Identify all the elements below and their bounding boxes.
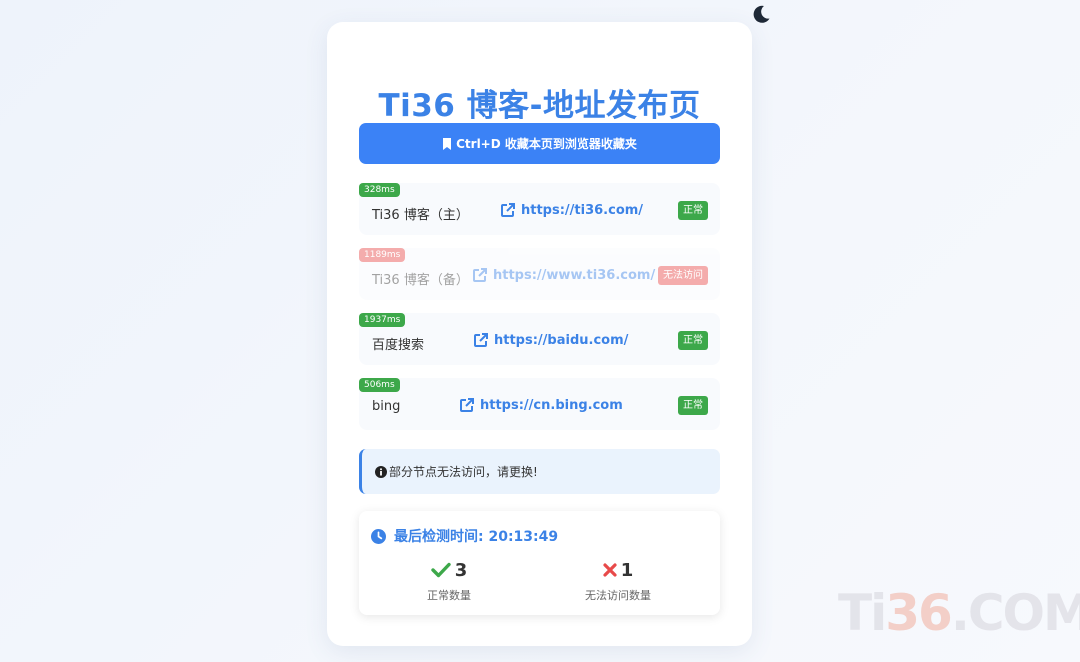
external-link-icon — [473, 268, 487, 282]
fail-label: 无法访问数量 — [585, 589, 651, 602]
info-icon — [375, 465, 387, 478]
link-url[interactable]: https://cn.bing.com — [459, 397, 623, 413]
status-badge: 正常 — [678, 201, 708, 220]
fail-stat: 1 无法访问数量 — [558, 559, 678, 603]
clock-icon — [371, 528, 386, 544]
last-check-text: 最后检测时间: 20:13:49 — [394, 529, 559, 545]
link-url[interactable]: https://ti36.com/ — [500, 202, 643, 218]
bookmark-button[interactable]: Ctrl+D 收藏本页到浏览器收藏夹 — [359, 123, 720, 164]
check-icon — [431, 562, 451, 578]
fail-count: 1 — [620, 559, 634, 581]
moon-icon[interactable] — [750, 3, 772, 25]
link-name: Ti36 博客（主） — [372, 208, 469, 223]
link-url-text: https://cn.bing.com — [480, 397, 623, 413]
external-link-icon — [501, 203, 515, 217]
latency-badge: 328ms — [359, 183, 400, 197]
link-name: bing — [372, 399, 401, 414]
external-link-icon — [460, 398, 474, 412]
status-badge: 正常 — [678, 396, 708, 415]
cross-icon — [603, 563, 617, 577]
link-name: 百度搜索 — [372, 338, 425, 353]
status-badge: 无法访问 — [658, 266, 708, 285]
link-url-text: https://baidu.com/ — [494, 332, 629, 348]
status-badge: 正常 — [678, 331, 708, 350]
latency-badge: 1189ms — [359, 248, 406, 262]
link-row: 1189ms Ti36 博客（备） https://www.ti36.com/ … — [359, 248, 720, 300]
latency-badge: 506ms — [359, 378, 400, 392]
address-card: Ti36 博客-地址发布页 Ctrl+D 收藏本页到浏览器收藏夹 328ms T… — [327, 22, 752, 646]
link-row: 1937ms 百度搜索 https://baidu.com/ 正常 — [359, 313, 720, 365]
link-row: 506ms bing https://cn.bing.com 正常 — [359, 378, 720, 430]
link-row: 328ms Ti36 博客（主） https://ti36.com/ 正常 — [359, 183, 720, 235]
link-url[interactable]: https://www.ti36.com/ — [472, 267, 655, 283]
link-url-text: https://ti36.com/ — [521, 202, 644, 218]
ok-count: 3 — [454, 559, 468, 581]
link-url-text: https://www.ti36.com/ — [493, 267, 656, 283]
link-name: Ti36 博客（备） — [372, 273, 469, 288]
page-title: Ti36 博客-地址发布页 — [378, 88, 701, 124]
notice-banner: 部分节点无法访问，请更换! — [359, 449, 720, 494]
stats-panel: 最后检测时间: 20:13:49 3 正常数量 1 无法访问数量 — [359, 511, 720, 615]
last-check: 最后检测时间: 20:13:49 — [371, 526, 558, 546]
ok-label: 正常数量 — [427, 589, 471, 602]
watermark-logo: Ti36.COM — [838, 584, 1080, 642]
external-link-icon — [474, 333, 488, 347]
bookmark-button-label: Ctrl+D 收藏本页到浏览器收藏夹 — [456, 137, 637, 151]
link-url[interactable]: https://baidu.com/ — [473, 332, 628, 348]
notice-text: 部分节点无法访问，请更换! — [389, 465, 538, 479]
ok-stat: 3 正常数量 — [389, 559, 509, 603]
latency-badge: 1937ms — [359, 313, 406, 327]
bookmark-icon — [443, 137, 452, 150]
